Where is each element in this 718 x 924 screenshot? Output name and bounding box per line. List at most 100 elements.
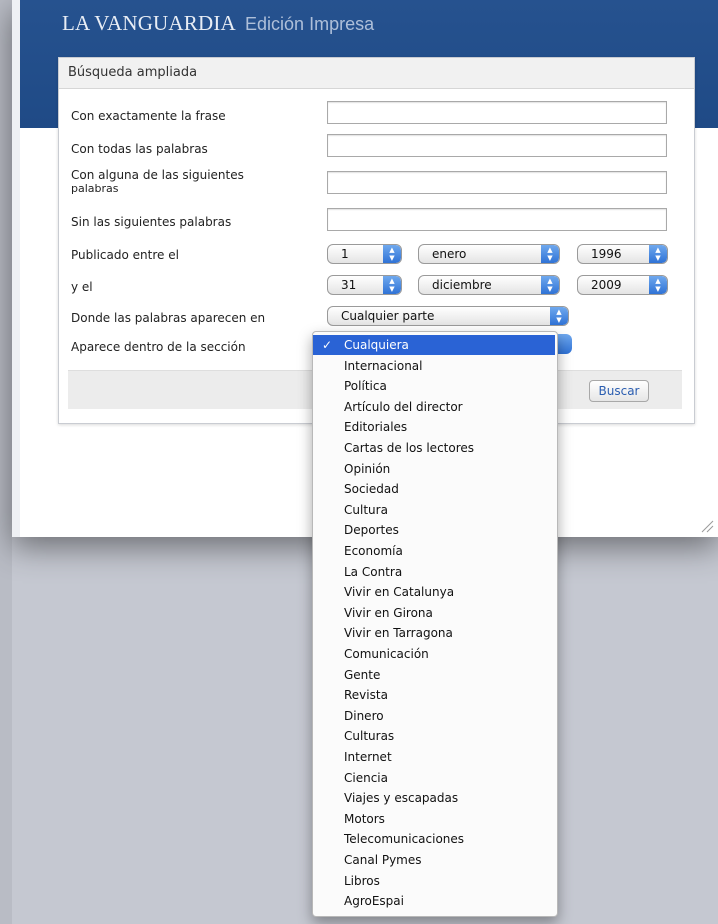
section-option-label: Opinión [344, 461, 391, 476]
section-dropdown-menu: ✓ Cualquiera Internacional Política Artículo… [312, 331, 558, 917]
stepper-arrows-icon: ▲ ▼ [550, 307, 568, 325]
to-month-select[interactable]: diciembre ▲ ▼ [418, 275, 560, 295]
section-option[interactable]: Internet [313, 747, 555, 767]
section-option[interactable]: Libros [313, 871, 555, 891]
dialog-title: Búsqueda ampliada [68, 65, 198, 80]
section-option[interactable]: Comunicación [313, 644, 555, 664]
label-without-words: Sin las siguientes palabras [71, 215, 232, 229]
from-month-select[interactable]: enero ▲ ▼ [418, 244, 560, 264]
any-words-input[interactable] [327, 171, 667, 194]
section-option-label: Revista [344, 688, 388, 703]
all-words-input[interactable] [327, 134, 667, 157]
stepper-arrows-icon: ▲ ▼ [649, 276, 667, 294]
section-option[interactable]: Motors [313, 809, 555, 829]
section-option[interactable]: Editoriales [313, 417, 555, 437]
label-exact-phrase: Con exactamente la frase [71, 109, 226, 123]
section-option-label: Vivir en Catalunya [344, 585, 455, 600]
section-option[interactable]: Vivir en Catalunya [313, 582, 555, 602]
from-month-value: enero [432, 247, 467, 261]
from-year-value: 1996 [591, 247, 622, 261]
section-option[interactable]: Revista [313, 685, 555, 705]
section-option[interactable]: Telecomunicaciones [313, 829, 555, 849]
section-option[interactable]: Cartas de los lectores [313, 438, 555, 458]
section-option[interactable]: Dinero [313, 706, 555, 726]
section-option[interactable]: Gente [313, 665, 555, 685]
section-option[interactable]: La Contra [313, 562, 555, 582]
stepper-arrows-icon: ▲ ▼ [383, 276, 401, 294]
section-option[interactable]: Canal Pymes [313, 850, 555, 870]
from-day-value: 1 [341, 247, 349, 261]
section-option-label: Libros [344, 873, 380, 888]
section-option-label: Gente [344, 667, 381, 682]
stepper-arrows-icon: ▲ ▼ [541, 276, 559, 294]
section-option[interactable]: Ciencia [313, 768, 555, 788]
section-option-label: Internet [344, 750, 392, 764]
section-option-label: Política [344, 379, 387, 394]
label-any-words-line2: palabras [71, 182, 119, 195]
section-option-label: Ciencia [344, 770, 388, 785]
section-option-label: Comunicación [344, 647, 429, 661]
section-option-label: Sociedad [344, 482, 399, 497]
section-option[interactable]: ✓ Cualquiera [313, 335, 555, 355]
resize-grip-icon[interactable] [700, 519, 714, 533]
section-option[interactable]: Culturas [313, 726, 555, 746]
section-option-label: Cartas de los lectores [344, 441, 475, 455]
section-option-label: Artículo del director [344, 399, 463, 414]
brand-name: LA VANGUARDIA [62, 11, 236, 35]
label-where-words: Donde las palabras aparecen en [71, 311, 266, 325]
from-day-select[interactable]: 1 ▲ ▼ [327, 244, 402, 264]
label-any-words-line1: Con alguna de las siguientes [71, 168, 244, 182]
section-option-label: Motors [344, 811, 385, 826]
section-option-label: Vivir en Tarragona [344, 626, 453, 641]
section-option[interactable]: Sociedad [313, 479, 555, 499]
from-year-select[interactable]: 1996 ▲ ▼ [577, 244, 668, 264]
checkmark-icon: ✓ [322, 338, 333, 352]
to-day-select[interactable]: 31 ▲ ▼ [327, 275, 402, 295]
section-option[interactable]: Deportes [313, 520, 555, 540]
section-option-label: Deportes [344, 523, 399, 538]
to-day-value: 31 [341, 278, 357, 292]
search-button[interactable]: Buscar [589, 380, 649, 402]
section-option[interactable]: Cultura [313, 500, 555, 520]
section-option-label: Cultura [344, 502, 388, 517]
section-option-label: Vivir en Girona [344, 605, 433, 620]
section-option[interactable]: Economía [313, 541, 555, 561]
section-option[interactable]: AgroEspai [313, 891, 555, 911]
section-option-label: La Contra [344, 564, 403, 579]
section-select-arrows-icon[interactable] [556, 334, 572, 354]
stepper-arrows-icon: ▲ ▼ [649, 245, 667, 263]
section-option[interactable]: Política [313, 376, 555, 396]
where-words-select[interactable]: Cualquier parte ▲ ▼ [327, 306, 569, 326]
section-option-label: Editoriales [344, 420, 408, 435]
label-and: y el [71, 280, 93, 294]
section-option-label: Telecomunicaciones [344, 832, 465, 847]
section-option-label: Internacional [344, 358, 423, 373]
section-option-label: Canal Pymes [344, 853, 422, 867]
section-option-label: Cualquiera [344, 338, 409, 352]
section-option[interactable]: Opinión [313, 459, 555, 479]
section-option[interactable]: Internacional [313, 356, 555, 376]
section-option[interactable]: Vivir en Girona [313, 603, 555, 623]
without-words-input[interactable] [327, 208, 667, 231]
label-any-words: Con alguna de las siguientes palabras [71, 168, 244, 196]
to-year-select[interactable]: 2009 ▲ ▼ [577, 275, 668, 295]
section-option[interactable]: Viajes y escapadas [313, 788, 555, 808]
section-option[interactable]: Artículo del director [313, 397, 555, 417]
backdrop-edge [0, 0, 12, 924]
stepper-arrows-icon: ▲ ▼ [383, 245, 401, 263]
section-option-label: Economía [344, 544, 403, 558]
dialog-header: Búsqueda ampliada [59, 58, 694, 89]
section-option-label: AgroEspai [344, 894, 404, 909]
section-option-label: Dinero [344, 708, 384, 723]
to-year-value: 2009 [591, 278, 622, 292]
exact-phrase-input[interactable] [327, 101, 667, 124]
section-option[interactable]: Vivir en Tarragona [313, 623, 555, 643]
label-all-words: Con todas las palabras [71, 142, 208, 156]
window-left-edge [12, 0, 20, 537]
brand-logo: LA VANGUARDIA Edición Impresa [62, 10, 374, 36]
section-option-label: Viajes y escapadas [344, 791, 459, 806]
stepper-arrows-icon: ▲ ▼ [541, 245, 559, 263]
to-month-value: diciembre [432, 278, 492, 292]
brand-edition: Edición Impresa [245, 14, 375, 34]
where-words-value: Cualquier parte [341, 309, 435, 323]
